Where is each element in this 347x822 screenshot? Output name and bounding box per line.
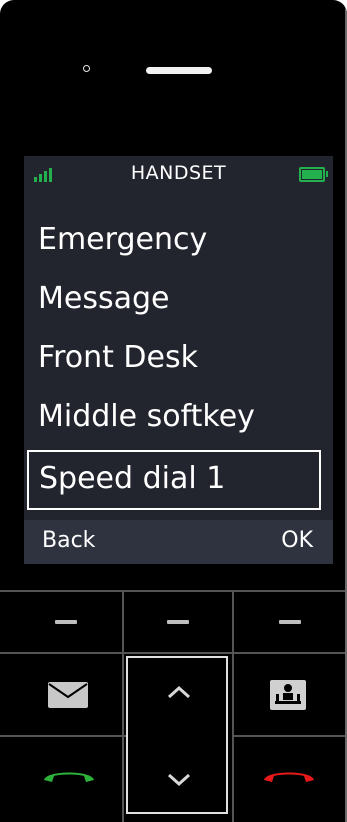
middle-softkey-button[interactable] xyxy=(167,620,189,624)
softkey-bar: Back OK xyxy=(24,520,333,564)
menu-item-emergency[interactable]: Emergency xyxy=(38,222,207,258)
keypad-divider xyxy=(232,735,347,737)
navigation-key[interactable] xyxy=(126,656,228,814)
menu-item-speed-dial-1[interactable]: Speed dial 1 xyxy=(27,450,321,510)
menu-item-middle-softkey[interactable]: Middle softkey xyxy=(38,399,255,435)
chevron-down-icon[interactable] xyxy=(166,772,192,788)
display-screen: HANDSET Emergency Message Front Desk Mid… xyxy=(24,156,333,564)
screen-title: HANDSET xyxy=(130,162,227,184)
contacts-icon[interactable] xyxy=(270,680,306,710)
chevron-up-icon[interactable] xyxy=(166,684,192,700)
keypad-divider xyxy=(0,652,347,654)
left-softkey-button[interactable] xyxy=(55,620,77,624)
phone-body: HANDSET Emergency Message Front Desk Mid… xyxy=(0,0,347,822)
softkey-ok-label[interactable]: OK xyxy=(281,528,313,553)
softkey-back-label[interactable]: Back xyxy=(42,528,95,553)
keypad-divider xyxy=(0,590,347,592)
battery-icon xyxy=(299,167,328,182)
keypad-divider xyxy=(0,735,126,737)
front-sensor xyxy=(83,65,90,72)
keypad-divider xyxy=(232,590,234,822)
green-phone-icon[interactable] xyxy=(42,766,96,784)
envelope-icon[interactable] xyxy=(48,682,88,708)
right-softkey-button[interactable] xyxy=(279,620,301,624)
earpiece-speaker xyxy=(146,67,212,74)
status-bar: HANDSET xyxy=(24,156,333,192)
menu-item-front-desk[interactable]: Front Desk xyxy=(38,340,198,376)
menu-item-message[interactable]: Message xyxy=(38,281,169,317)
keypad-divider xyxy=(122,590,124,822)
red-phone-icon[interactable] xyxy=(262,766,316,784)
